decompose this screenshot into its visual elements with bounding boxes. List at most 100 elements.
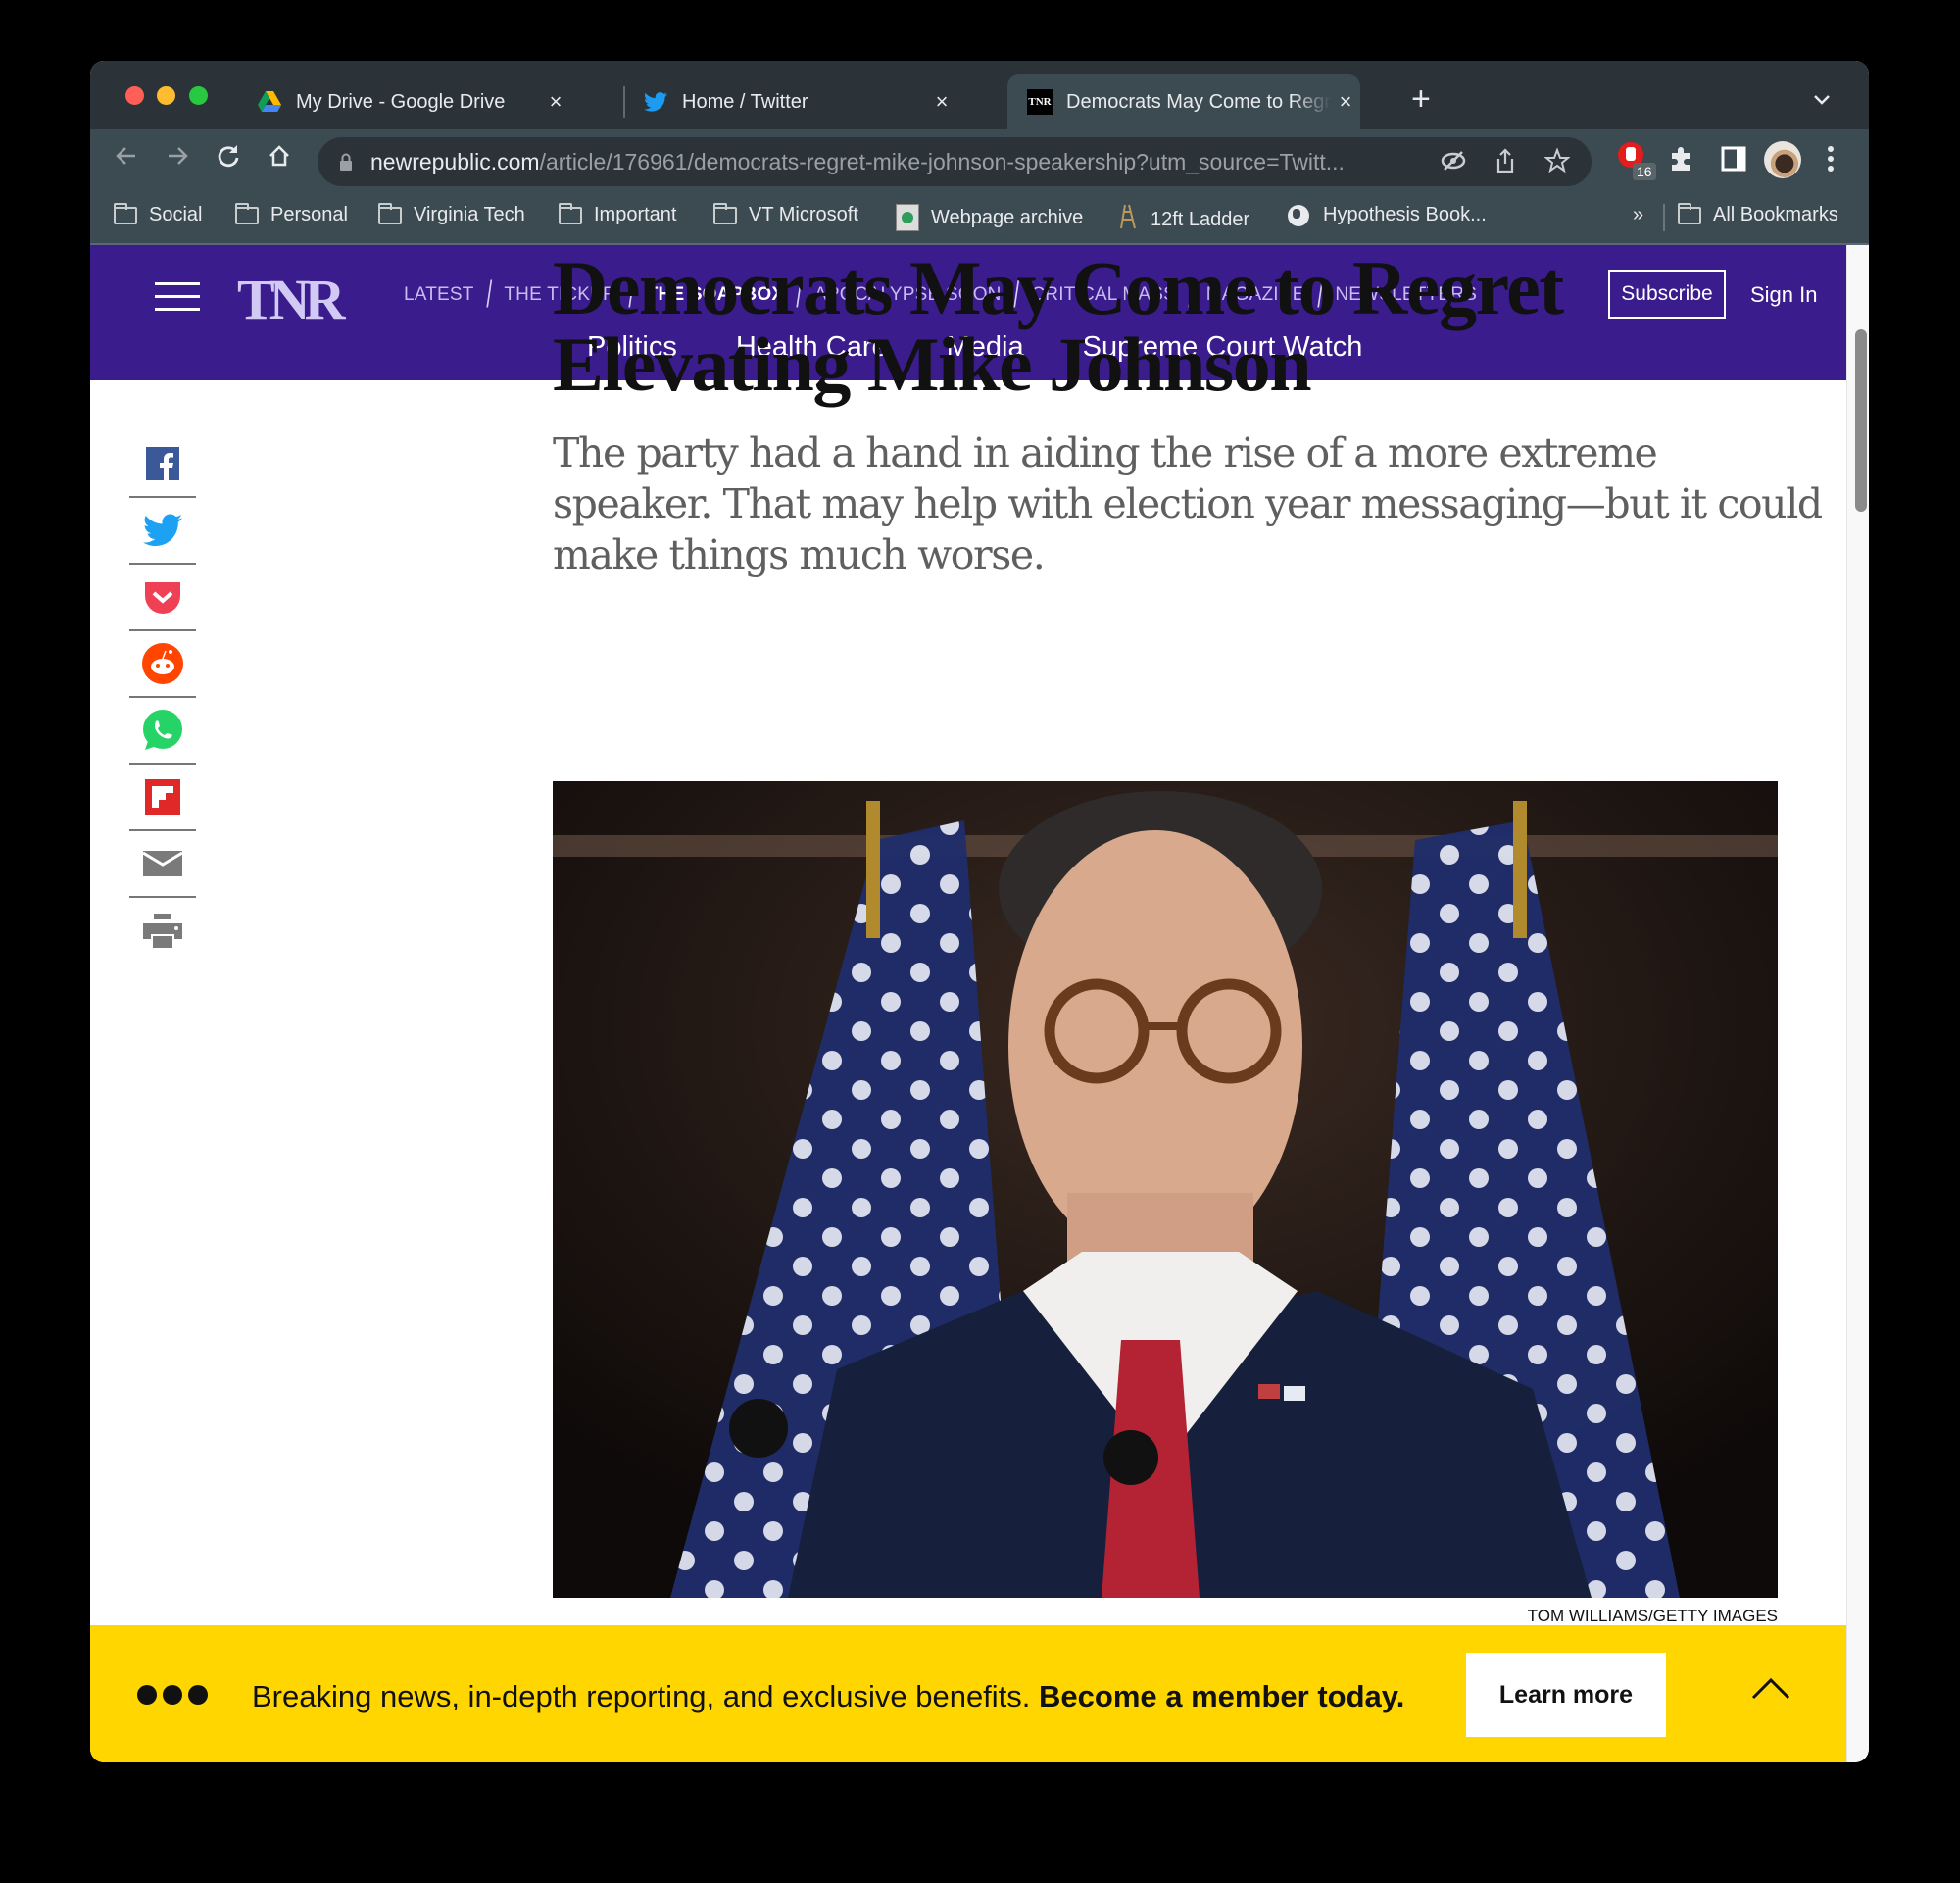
- arrow-right-icon: [169, 147, 188, 165]
- folder-icon: [235, 202, 259, 224]
- pocket-icon: [145, 582, 180, 614]
- close-tab-icon[interactable]: ×: [927, 89, 956, 115]
- banner-message: Breaking news, in-depth reporting, and e…: [252, 1679, 1404, 1714]
- ladder-icon: [1119, 204, 1137, 235]
- bookmark-vt-microsoft[interactable]: VT Microsoft: [713, 202, 858, 226]
- scrollbar-thumb[interactable]: [1855, 329, 1867, 512]
- reload-button[interactable]: [216, 143, 241, 174]
- close-window-button[interactable]: [125, 86, 144, 105]
- bookmark-webpage-archive[interactable]: Webpage archive: [896, 204, 1083, 231]
- flipboard-icon: [145, 779, 180, 815]
- globe-icon: [1288, 204, 1309, 226]
- share-facebook-button[interactable]: [129, 431, 196, 498]
- folder-icon: [1678, 202, 1701, 224]
- share-rail: [129, 431, 196, 965]
- extensions-button[interactable]: [1668, 145, 1695, 177]
- url-host: newrepublic.com: [370, 148, 540, 174]
- share-pocket-button[interactable]: [129, 565, 196, 631]
- bookmarks-bar: Social Personal Virginia Tech Important …: [90, 192, 1869, 245]
- article-dek: The party had a hand in aiding the rise …: [553, 429, 1823, 578]
- bookmark-label: Social: [149, 204, 203, 225]
- new-tab-button[interactable]: +: [1411, 82, 1431, 116]
- bookmark-label: 12ft Ladder: [1151, 208, 1250, 230]
- address-bar[interactable]: newrepublic.com/article/176961/democrats…: [318, 137, 1592, 186]
- learn-more-button[interactable]: Learn more: [1466, 1653, 1666, 1737]
- bookmark-hypothesis[interactable]: Hypothesis Book...: [1288, 204, 1487, 226]
- side-panel-button[interactable]: [1721, 146, 1746, 176]
- archive-icon: [896, 204, 919, 231]
- bookmark-label: Personal: [270, 204, 348, 225]
- share-email-button[interactable]: [129, 831, 196, 898]
- reload-icon: [218, 145, 239, 168]
- page-scrollbar[interactable]: [1846, 245, 1869, 1762]
- tab-separator: [623, 86, 625, 118]
- chevron-up-icon: [1751, 1677, 1790, 1700]
- profile-avatar[interactable]: [1764, 141, 1801, 178]
- whatsapp-icon: [143, 710, 182, 750]
- banner-cta-text: Become a member today.: [1039, 1679, 1405, 1713]
- tab-tnr-article[interactable]: TNR Democrats May Come to Regret ×: [1007, 74, 1360, 129]
- bookmark-label: Webpage archive: [931, 206, 1084, 228]
- side-panel-icon: [1721, 146, 1746, 172]
- share-reddit-button[interactable]: [129, 631, 196, 698]
- all-bookmarks-button[interactable]: All Bookmarks: [1678, 202, 1838, 226]
- chrome-menu-button[interactable]: [1827, 145, 1835, 177]
- maximize-window-button[interactable]: [189, 86, 208, 105]
- print-icon: [143, 914, 182, 949]
- tab-google-drive[interactable]: My Drive - Google Drive ×: [257, 74, 570, 129]
- tab-search-button[interactable]: [1813, 86, 1831, 112]
- collapse-banner-button[interactable]: [1751, 1676, 1790, 1713]
- url-text: newrepublic.com/article/176961/democrats…: [370, 149, 1345, 175]
- folder-icon: [378, 202, 402, 224]
- chevron-down-icon: [1814, 95, 1830, 105]
- folder-icon: [114, 202, 137, 224]
- bookmark-personal[interactable]: Personal: [235, 202, 348, 226]
- twitter-icon: [643, 89, 668, 115]
- browser-toolbar: newrepublic.com/article/176961/democrats…: [90, 129, 1869, 192]
- bookmarks-overflow-button[interactable]: »: [1633, 204, 1643, 226]
- close-tab-icon[interactable]: ×: [1331, 89, 1360, 115]
- extension-badge: 16: [1633, 163, 1656, 180]
- bookmarks-divider: [1663, 204, 1665, 231]
- tracking-protection-icon[interactable]: [1441, 148, 1466, 178]
- adblock-extension[interactable]: 16: [1617, 139, 1656, 183]
- back-button[interactable]: [114, 143, 139, 174]
- minimize-window-button[interactable]: [157, 86, 175, 105]
- google-drive-icon: [257, 89, 282, 115]
- bookmark-virginia-tech[interactable]: Virginia Tech: [378, 202, 525, 226]
- url-path: /article/176961/democrats-regret-mike-jo…: [539, 148, 1345, 174]
- tab-twitter[interactable]: Home / Twitter ×: [643, 74, 956, 129]
- tab-title: Home / Twitter: [682, 90, 808, 113]
- bookmark-12ft-ladder[interactable]: 12ft Ladder: [1119, 204, 1250, 235]
- reddit-icon: [142, 643, 183, 684]
- puzzle-icon: [1672, 147, 1690, 171]
- hamburger-menu-button[interactable]: [155, 282, 200, 312]
- nav-latest[interactable]: LATEST: [404, 284, 474, 306]
- forward-button[interactable]: [165, 143, 190, 174]
- membership-banner: Breaking news, in-depth reporting, and e…: [90, 1625, 1846, 1762]
- article-hero-photo: [553, 781, 1778, 1598]
- kebab-menu-icon: [1828, 146, 1834, 172]
- bookmark-social[interactable]: Social: [114, 202, 203, 226]
- bookmark-label: VT Microsoft: [749, 204, 858, 225]
- close-tab-icon[interactable]: ×: [541, 89, 570, 115]
- home-button[interactable]: [267, 143, 292, 174]
- more-dots-icon: [137, 1685, 214, 1705]
- bookmark-star-icon[interactable]: [1544, 147, 1571, 180]
- twitter-icon: [143, 514, 182, 546]
- share-whatsapp-button[interactable]: [129, 698, 196, 765]
- share-twitter-button[interactable]: [129, 498, 196, 565]
- sign-in-link[interactable]: Sign In: [1750, 282, 1818, 308]
- tnr-logo[interactable]: TNR: [237, 267, 345, 332]
- print-button[interactable]: [129, 898, 196, 965]
- bookmark-important[interactable]: Important: [559, 202, 676, 226]
- share-flipboard-button[interactable]: [129, 765, 196, 831]
- browser-window: My Drive - Google Drive × Home / Twitter…: [90, 61, 1869, 1762]
- share-icon[interactable]: [1495, 148, 1515, 180]
- article-headline: Democrats May Come to Regret Elevating M…: [553, 245, 1564, 407]
- bookmark-label: All Bookmarks: [1713, 204, 1838, 225]
- tab-title: Democrats May Come to Regret: [1066, 90, 1331, 113]
- facebook-icon: [146, 447, 179, 480]
- web-page: TNR LATEST / THE TICKER / THE SOAPBOX / …: [90, 245, 1846, 1762]
- arrow-left-icon: [116, 147, 135, 165]
